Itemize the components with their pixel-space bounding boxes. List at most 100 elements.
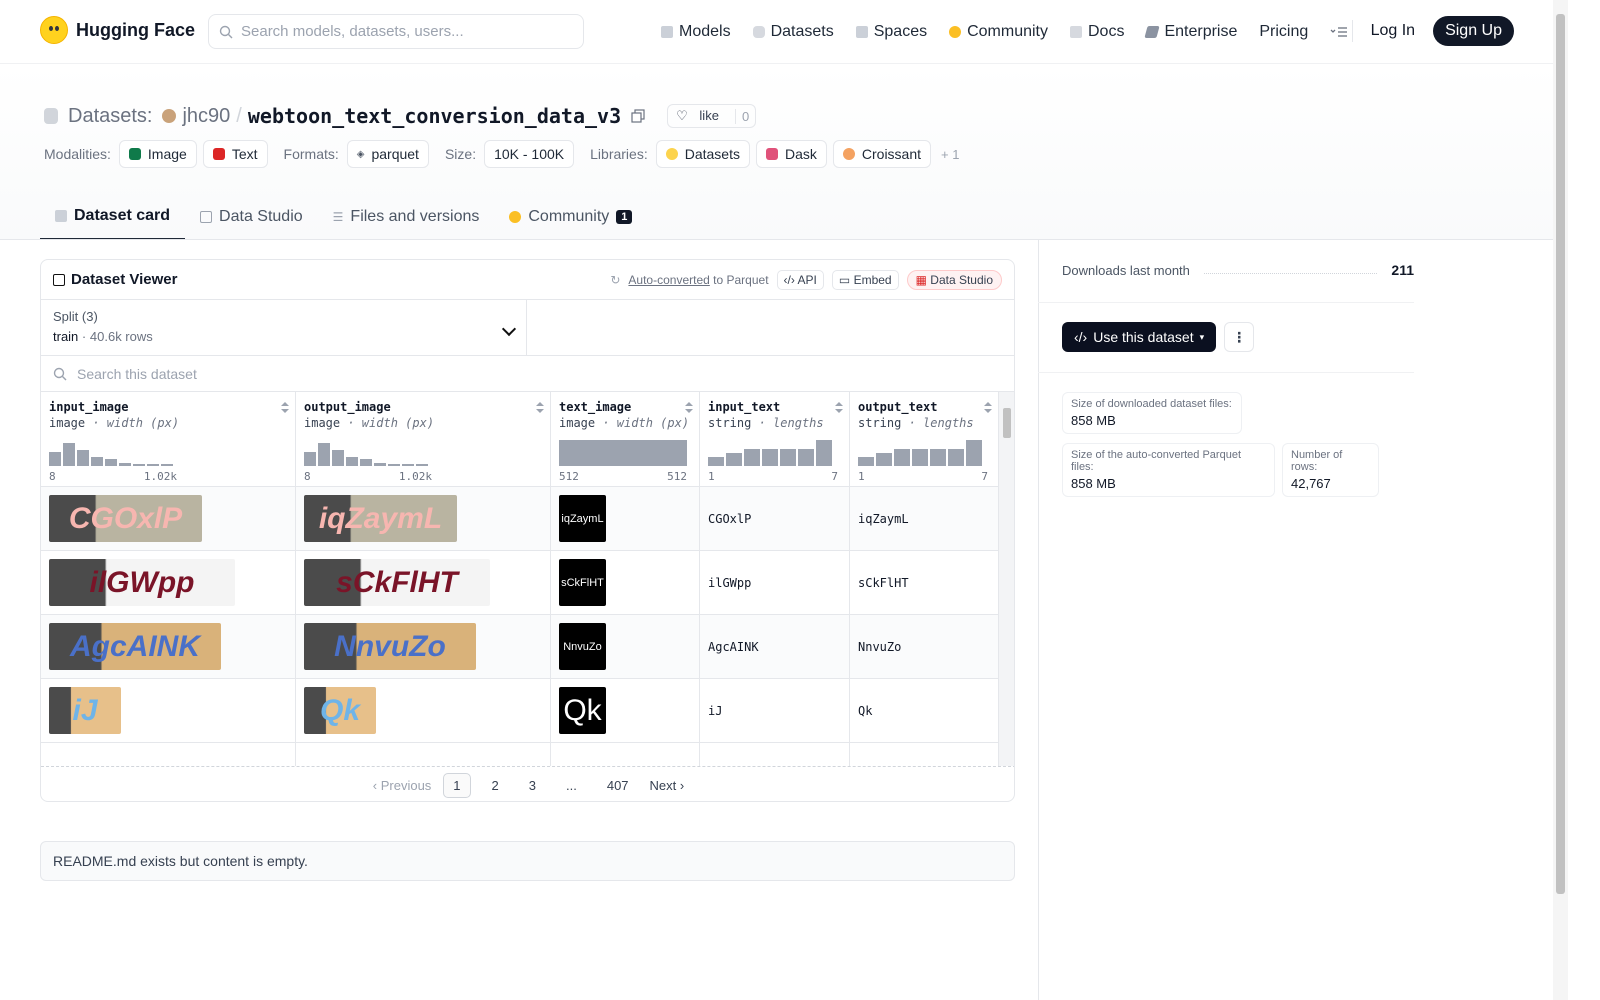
sort-icon[interactable]: [281, 402, 289, 414]
table-cell[interactable]: Qk: [551, 679, 699, 743]
histogram-bar[interactable]: [332, 450, 344, 466]
column-histogram[interactable]: [559, 440, 687, 466]
page-3[interactable]: 3: [520, 774, 545, 797]
table-cell-partial[interactable]: [700, 743, 849, 766]
column-histogram[interactable]: [858, 440, 982, 466]
sort-icon[interactable]: [536, 402, 544, 414]
column-header[interactable]: output_text string · lengths 1 7: [850, 392, 998, 487]
histogram-bar[interactable]: [318, 443, 330, 466]
histogram-bar[interactable]: [744, 449, 760, 466]
output-image-thumbnail[interactable]: NnvuZo: [304, 623, 476, 670]
table-cell[interactable]: iqZaymL: [850, 487, 998, 551]
table-scroll-thumb[interactable]: [1003, 408, 1011, 438]
split-dropdown[interactable]: Split (3) train · 40.6k rows: [41, 300, 527, 355]
histogram-bar[interactable]: [858, 457, 874, 466]
tag-image[interactable]: Image: [118, 140, 197, 168]
input-image-thumbnail[interactable]: AgcAINK: [49, 623, 221, 670]
input-image-thumbnail[interactable]: iJ: [49, 687, 121, 734]
page-last[interactable]: 407: [598, 774, 638, 797]
histogram-bar[interactable]: [374, 463, 386, 466]
page-1[interactable]: 1: [443, 773, 471, 798]
tab-data-studio[interactable]: Data Studio: [185, 194, 318, 240]
signup-button[interactable]: Sign Up: [1433, 16, 1514, 46]
next-page[interactable]: Next ›: [650, 778, 685, 793]
input-image-thumbnail[interactable]: CGOxlP: [49, 495, 202, 542]
input-image-thumbnail[interactable]: ilGWpp: [49, 559, 235, 606]
table-cell-partial[interactable]: [551, 743, 699, 766]
nav-models[interactable]: Models: [661, 23, 731, 41]
dataset-search-input[interactable]: Search this dataset: [41, 356, 1014, 392]
sort-icon[interactable]: [984, 402, 992, 414]
dataset-name[interactable]: webtoon_text_conversion_data_v3: [248, 104, 621, 128]
histogram-bar[interactable]: [119, 463, 131, 466]
nav-community[interactable]: Community: [949, 23, 1048, 41]
libraries-more[interactable]: + 1: [941, 147, 959, 162]
histogram-bar[interactable]: [161, 464, 173, 466]
use-dataset-button[interactable]: ‹/› Use this dataset ▾: [1062, 322, 1217, 352]
histogram-bar[interactable]: [876, 453, 892, 466]
more-options-button[interactable]: ⋮: [1224, 322, 1255, 352]
global-search-input[interactable]: Search models, datasets, users...: [208, 14, 584, 49]
histogram-bar[interactable]: [77, 450, 89, 466]
like-button[interactable]: ♡ like 0: [667, 104, 757, 128]
histogram-bar[interactable]: [63, 443, 75, 466]
table-cell[interactable]: sCkFlHT: [551, 551, 699, 615]
histogram-bar[interactable]: [105, 459, 117, 466]
histogram-bar[interactable]: [147, 464, 159, 466]
table-cell[interactable]: NnvuZo: [850, 615, 998, 679]
table-cell[interactable]: iJ: [700, 679, 849, 743]
dataset-owner[interactable]: jhc90: [182, 105, 230, 128]
tab-files-versions[interactable]: ☰ Files and versions: [318, 194, 495, 240]
table-cell[interactable]: iqZaymL: [296, 487, 550, 551]
embed-button[interactable]: ▭ Embed: [831, 269, 899, 290]
column-histogram[interactable]: [49, 440, 173, 466]
output-image-thumbnail[interactable]: Qk: [304, 687, 376, 734]
text-image-thumbnail[interactable]: Qk: [559, 687, 606, 734]
column-header[interactable]: input_text string · lengths 1 7: [700, 392, 849, 487]
histogram-bar[interactable]: [780, 449, 796, 466]
output-image-thumbnail[interactable]: iqZaymL: [304, 495, 457, 542]
nav-docs[interactable]: Docs: [1070, 23, 1124, 41]
table-cell[interactable]: Qk: [850, 679, 998, 743]
output-image-thumbnail[interactable]: sCkFlHT: [304, 559, 490, 606]
tag-datasets-lib[interactable]: Datasets: [655, 140, 750, 168]
sort-icon[interactable]: [835, 402, 843, 414]
histogram-bar[interactable]: [133, 464, 145, 466]
histogram-bar[interactable]: [388, 464, 400, 466]
table-cell[interactable]: ilGWpp: [700, 551, 849, 615]
page-scrollbar[interactable]: [1553, 0, 1568, 1000]
text-image-thumbnail[interactable]: iqZaymL: [559, 495, 606, 542]
text-image-thumbnail[interactable]: sCkFlHT: [559, 559, 606, 606]
tag-size[interactable]: 10K - 100K: [484, 140, 575, 168]
table-cell[interactable]: AgcAINK: [41, 615, 295, 679]
tag-croissant-lib[interactable]: Croissant: [832, 140, 932, 168]
table-cell[interactable]: sCkFlHT: [296, 551, 550, 615]
column-histogram[interactable]: [304, 440, 428, 466]
brand-logo[interactable]: Hugging Face: [40, 16, 195, 44]
histogram-bar[interactable]: [930, 449, 946, 466]
table-cell[interactable]: sCkFlHT: [850, 551, 998, 615]
copy-icon[interactable]: [631, 109, 645, 123]
histogram-bar[interactable]: [798, 449, 814, 466]
table-cell[interactable]: CGOxlP: [41, 487, 295, 551]
nav-pricing[interactable]: Pricing: [1259, 23, 1308, 41]
histogram-bar[interactable]: [708, 457, 724, 466]
histogram-bar[interactable]: [816, 440, 832, 466]
dataset-section-label[interactable]: Datasets:: [68, 105, 152, 128]
api-button[interactable]: ‹/› API: [776, 269, 824, 290]
tab-community[interactable]: Community 1: [494, 194, 647, 240]
table-cell[interactable]: CGOxlP: [700, 487, 849, 551]
page-scroll-thumb[interactable]: [1556, 14, 1565, 894]
histogram-bar[interactable]: [402, 464, 414, 466]
histogram-bar[interactable]: [762, 449, 778, 466]
histogram-bar[interactable]: [726, 453, 742, 466]
tag-text[interactable]: Text: [202, 140, 268, 168]
column-header[interactable]: input_image image · width (px) 8 1.02k: [41, 392, 295, 487]
histogram-bar[interactable]: [416, 464, 428, 466]
tag-dask-lib[interactable]: Dask: [755, 140, 827, 168]
nav-more-menu[interactable]: [1330, 26, 1348, 38]
nav-enterprise[interactable]: Enterprise: [1144, 23, 1237, 41]
table-cell-partial[interactable]: [41, 743, 295, 766]
histogram-bar[interactable]: [559, 440, 687, 466]
tag-parquet[interactable]: ◈ parquet: [346, 140, 429, 168]
